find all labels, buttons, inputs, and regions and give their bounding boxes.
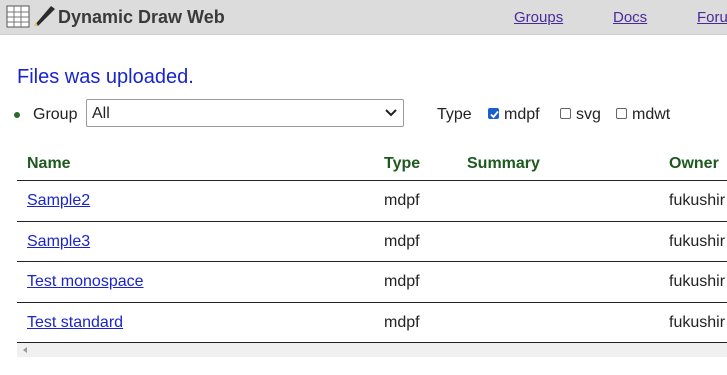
status-message: Files was uploaded. (17, 66, 194, 88)
brand-title[interactable]: Dynamic Draw Web (58, 7, 225, 28)
file-type: mdpf (384, 273, 420, 290)
top-header: Dynamic Draw Web Groups Docs Foru (0, 0, 727, 35)
group-label: Group (33, 106, 78, 123)
group-select[interactable]: All (86, 99, 404, 127)
file-owner: fukushir (669, 232, 726, 250)
file-owner: fukushir (669, 273, 726, 290)
file-name-link[interactable]: Test standard (27, 314, 123, 332)
group-select-value: All (92, 105, 110, 122)
type-label-mdwt: mdwt (632, 106, 671, 123)
table-row: Sample3 mdpf fukushir (17, 222, 727, 262)
table-row: Test standard mdpf fukushir (17, 303, 727, 343)
nav-link-docs[interactable]: Docs (613, 9, 647, 26)
table-header-row: Name Type Summary Owner (17, 148, 727, 181)
file-type: mdpf (384, 313, 420, 331)
scroll-left-arrow-icon[interactable] (21, 346, 29, 354)
file-type: mdpf (384, 232, 420, 250)
file-owner: fukushir (669, 313, 726, 331)
type-label: Type (437, 106, 472, 123)
file-owner: fukushir (669, 192, 726, 209)
file-name-link[interactable]: Test monospace (27, 273, 144, 291)
app-logo-icon[interactable] (6, 5, 56, 29)
chevron-down-icon (385, 109, 397, 117)
type-label-mdpf: mdpf (504, 106, 540, 123)
horizontal-scrollbar[interactable] (17, 343, 727, 357)
column-header-summary[interactable]: Summary (467, 155, 540, 173)
checkmark-icon (490, 110, 499, 119)
file-name-link[interactable]: Sample2 (27, 192, 90, 210)
nav-link-forum[interactable]: Foru (697, 9, 727, 26)
table-row: Sample2 mdpf fukushir (17, 181, 727, 222)
table-row: Test monospace mdpf fukushir (17, 262, 727, 303)
file-type: mdpf (384, 192, 420, 209)
nav-link-groups[interactable]: Groups (514, 9, 563, 26)
column-header-name[interactable]: Name (27, 155, 71, 173)
filter-row: Group All Type mdpf svg mdwt (0, 98, 727, 132)
files-table: Name Type Summary Owner Sample2 mdpf fuk… (17, 148, 727, 343)
type-checkbox-mdwt[interactable] (616, 108, 627, 119)
list-bullet-icon (14, 112, 20, 118)
column-header-type[interactable]: Type (384, 155, 420, 173)
type-checkbox-svg[interactable] (560, 108, 571, 119)
column-header-owner[interactable]: Owner (669, 155, 719, 173)
type-checkbox-mdpf[interactable] (488, 108, 499, 119)
type-label-svg: svg (576, 106, 601, 123)
file-name-link[interactable]: Sample3 (27, 233, 90, 251)
